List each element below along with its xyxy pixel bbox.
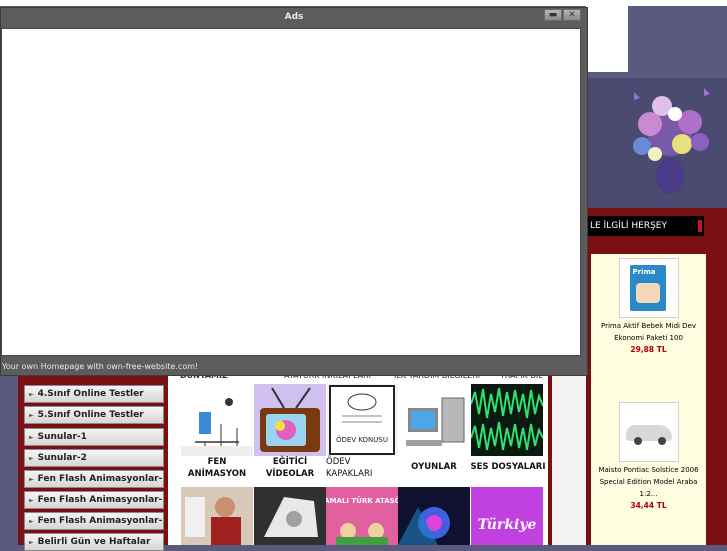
product-price: 29,88 TL	[630, 345, 667, 354]
product-thumbnail[interactable]	[618, 402, 679, 462]
science-lab-image[interactable]	[181, 384, 253, 456]
category-header-indicator	[698, 220, 702, 232]
sidebar-item[interactable]: ► 4.Sınıf Online Testler	[24, 385, 164, 403]
menu-arrow-icon: ►	[29, 412, 34, 419]
menu-arrow-icon: ►	[29, 476, 34, 483]
proverbs-image-text: AÇIKLAMALI TÜRK ATASÖZLERİ	[326, 496, 398, 505]
menu-arrow-icon: ►	[29, 497, 34, 504]
tv-image[interactable]	[254, 384, 326, 456]
computer-image[interactable]	[398, 384, 470, 456]
sidebar-item[interactable]: ► Sunular-1	[24, 428, 164, 446]
menu-arrow-icon: ►	[29, 518, 34, 525]
product-price: 34,44 TL	[630, 501, 667, 510]
car-image	[625, 425, 672, 445]
close-button[interactable]: ✕	[563, 9, 581, 21]
ads-window-titlebar[interactable]: Ads ▬ ✕	[1, 8, 587, 27]
grid-label[interactable]: ÖDEV KAPAKLARI	[326, 456, 398, 480]
sidebar-item-label: 5.Sınıf Online Testler	[37, 410, 144, 420]
grid-label[interactable]: EĞİTİCİ VİDEOLAR	[254, 456, 326, 480]
main-gutter	[552, 376, 586, 545]
sidebar-item-label: 4.Sınıf Online Testler	[37, 389, 144, 399]
category-header-label: LE İLGİLİ HERŞEY	[590, 221, 667, 231]
sidebar-item[interactable]: ► Belirli Gün ve Haftalar	[24, 533, 164, 551]
sidebar-item[interactable]: ►Fen Flash Animasyonlar-3	[24, 470, 164, 501]
ads-footer-text[interactable]: Your own Homepage with own-free-website.…	[1, 359, 588, 375]
minimize-button[interactable]: ▬	[544, 9, 562, 21]
homework-cover-text: ÖDEV KONUSU	[336, 435, 388, 444]
category-header: LE İLGİLİ HERŞEY	[586, 216, 704, 236]
diaper-pack-image: Prima	[629, 265, 666, 311]
abstract-image[interactable]	[398, 487, 470, 545]
sidebar-item-label: Sunular-2	[37, 453, 87, 463]
sidebar-item[interactable]: ► Sunular-2	[24, 449, 164, 467]
ads-window-title: Ads	[284, 12, 304, 22]
flower-vase-image	[633, 88, 710, 194]
grid-label[interactable]: SES DOSYALARI	[468, 461, 548, 473]
menu-arrow-icon: ►	[29, 434, 34, 441]
sidebar-item[interactable]: ►Fen Flash Animasyonlar-1	[24, 512, 164, 543]
painter-image[interactable]	[181, 487, 253, 545]
product-thumbnail[interactable]: Prima	[618, 258, 679, 318]
turkiye-image-text: Türkiye	[478, 517, 537, 533]
product-brand: Prima	[632, 268, 656, 276]
product-name[interactable]: Maisto Pontiac Solstice 2006 Special Edi…	[591, 464, 706, 500]
product-name[interactable]: Prima Aktif Bebek Midi Dev Ekonomi Paket…	[591, 320, 706, 344]
product-item[interactable]: Maisto Pontiac Solstice 2006 Special Edi…	[591, 398, 706, 512]
turkiye-image[interactable]: Türkiye	[471, 487, 543, 545]
sidebar-item-label: Belirli Gün ve Haftalar	[37, 537, 151, 547]
monitor-image[interactable]	[254, 487, 326, 545]
menu-arrow-icon: ►	[29, 455, 34, 462]
product-item[interactable]: Prima Prima Aktif Bebek Midi Dev Ekonomi…	[591, 254, 706, 356]
header-white-box	[586, 6, 628, 72]
menu-arrow-icon: ►	[29, 391, 34, 398]
sidebar-item[interactable]: ►Fen Flash Animasyonlar-2	[24, 491, 164, 522]
homework-cover-image[interactable]: ÖDEV KONUSU	[326, 384, 398, 456]
grid-label[interactable]: FEN ANİMASYON	[181, 456, 253, 480]
sidebar-item[interactable]: ► 5.Sınıf Online Testler	[24, 406, 164, 424]
grid-label[interactable]: OYUNLAR	[398, 461, 470, 473]
window-controls: ▬ ✕	[543, 9, 581, 23]
ads-content-area[interactable]	[1, 28, 581, 356]
proverbs-image[interactable]: AÇIKLAMALI TÜRK ATASÖZLERİ	[326, 487, 398, 545]
product-column: Prima Prima Aktif Bebek Midi Dev Ekonomi…	[591, 254, 706, 545]
ads-window[interactable]: Ads ▬ ✕ Your own Homepage with own-free-…	[0, 7, 588, 376]
sidebar-item-label: Sunular-1	[37, 432, 87, 442]
sound-wave-image[interactable]	[471, 384, 543, 456]
